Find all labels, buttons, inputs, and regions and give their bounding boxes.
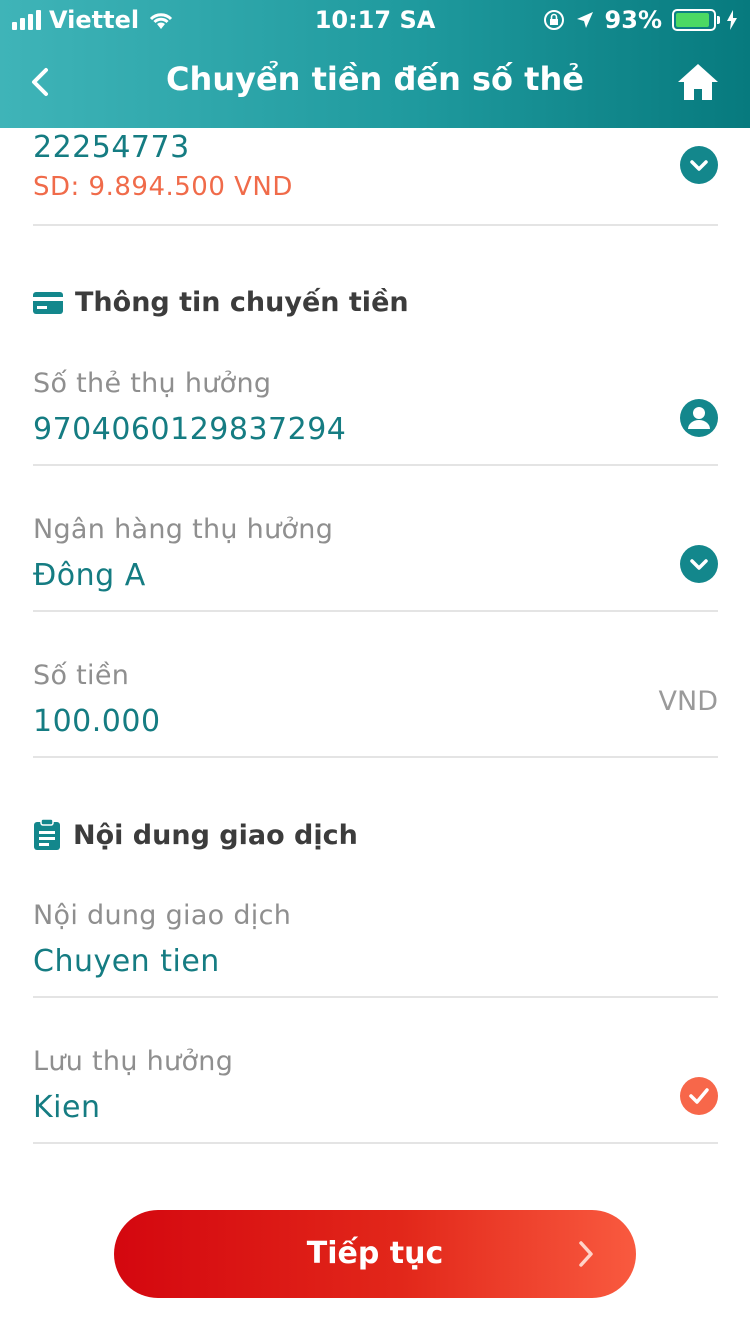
battery-icon [672,9,720,31]
card-number-value: 9704060129837294 [33,412,347,447]
save-beneficiary-checkbox[interactable] [680,1077,718,1115]
chevron-left-icon [32,68,48,96]
source-account-balance: SD: 9.894.500 VND [33,172,293,202]
save-beneficiary-label: Lưu thụ hưởng [33,1046,234,1077]
battery-percent: 93% [604,6,662,34]
source-account-row[interactable]: 22254773 SD: 9.894.500 VND [33,128,718,226]
chevron-down-icon [690,160,708,171]
transaction-content-title: Nội dung giao dịch [73,819,358,851]
card-icon [33,291,63,314]
chevron-right-icon [579,1241,593,1267]
card-number-label: Số thẻ thụ hưởng [33,368,272,399]
rotation-lock-icon [543,10,564,30]
transaction-content-section: Nội dung giao dịch [33,819,358,851]
app-header: Viettel 10:17 SA 93% Chuyển tiền đến số … [0,0,750,128]
status-bar: Viettel 10:17 SA 93% [0,0,750,40]
clipboard-icon [34,819,60,850]
content-value[interactable]: Chuyen tien [33,944,220,979]
amount-value[interactable]: 100.000 [33,704,161,739]
home-button[interactable] [676,60,720,104]
person-icon [688,407,710,429]
content-label: Nội dung giao dịch [33,900,292,931]
bank-dropdown-button[interactable] [680,545,718,583]
amount-field[interactable]: Số tiền 100.000 VND [33,656,718,758]
page-title: Chuyển tiền đến số thẻ [166,60,584,98]
content-field[interactable]: Nội dung giao dịch Chuyen tien [33,896,718,998]
continue-button[interactable]: Tiếp tục [114,1210,636,1298]
chevron-down-icon [690,559,708,570]
save-beneficiary-field[interactable]: Lưu thụ hưởng Kien [33,1042,718,1144]
contacts-button[interactable] [680,399,718,437]
bank-value: Đông A [33,558,146,593]
home-icon [678,64,718,100]
bank-label: Ngân hàng thụ hưởng [33,514,334,545]
card-number-field[interactable]: Số thẻ thụ hưởng 9704060129837294 [33,364,718,466]
account-dropdown-button[interactable] [680,146,718,184]
transfer-info-section: Thông tin chuyến tiền [33,287,409,318]
amount-label: Số tiền [33,660,130,691]
transfer-info-title: Thông tin chuyến tiền [75,287,409,318]
back-button[interactable] [20,56,64,108]
nav-bar: Chuyển tiền đến số thẻ [0,40,750,128]
save-beneficiary-value[interactable]: Kien [33,1090,100,1125]
location-icon [576,12,593,28]
charging-icon [727,10,737,30]
status-right: 93% [543,6,738,34]
check-icon [689,1088,709,1104]
currency-unit: VND [658,686,718,717]
continue-label: Tiếp tục [306,1236,444,1271]
bank-field[interactable]: Ngân hàng thụ hưởng Đông A [33,510,718,612]
source-account-number: 22254773 [33,130,190,165]
